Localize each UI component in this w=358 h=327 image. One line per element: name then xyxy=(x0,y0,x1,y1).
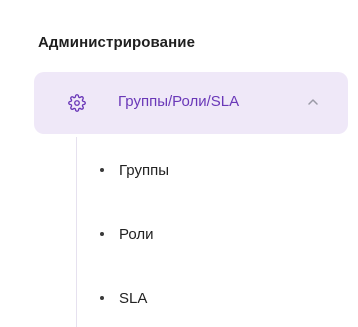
submenu-item-label: Роли xyxy=(119,225,154,243)
submenu-item-sla[interactable]: SLA xyxy=(100,286,147,310)
gear-icon xyxy=(68,94,86,112)
bullet-icon xyxy=(100,232,104,236)
submenu-item-roles[interactable]: Роли xyxy=(100,222,154,246)
bullet-icon xyxy=(100,168,104,172)
submenu-item-label: SLA xyxy=(119,289,148,307)
admin-nav-menu: Администрирование Группы/Роли/SLA Группы… xyxy=(0,0,358,327)
submenu-tree-line xyxy=(76,137,77,327)
section-title: Администрирование xyxy=(38,34,196,51)
submenu-item-label: Группы xyxy=(119,161,169,179)
groups-roles-sla-menu-item[interactable]: Группы/Роли/SLA xyxy=(34,72,348,134)
chevron-up-icon[interactable] xyxy=(306,95,320,109)
submenu-item-groups[interactable]: Группы xyxy=(100,158,169,182)
group-label: Группы/Роли/SLA xyxy=(118,93,240,110)
bullet-icon xyxy=(100,296,104,300)
